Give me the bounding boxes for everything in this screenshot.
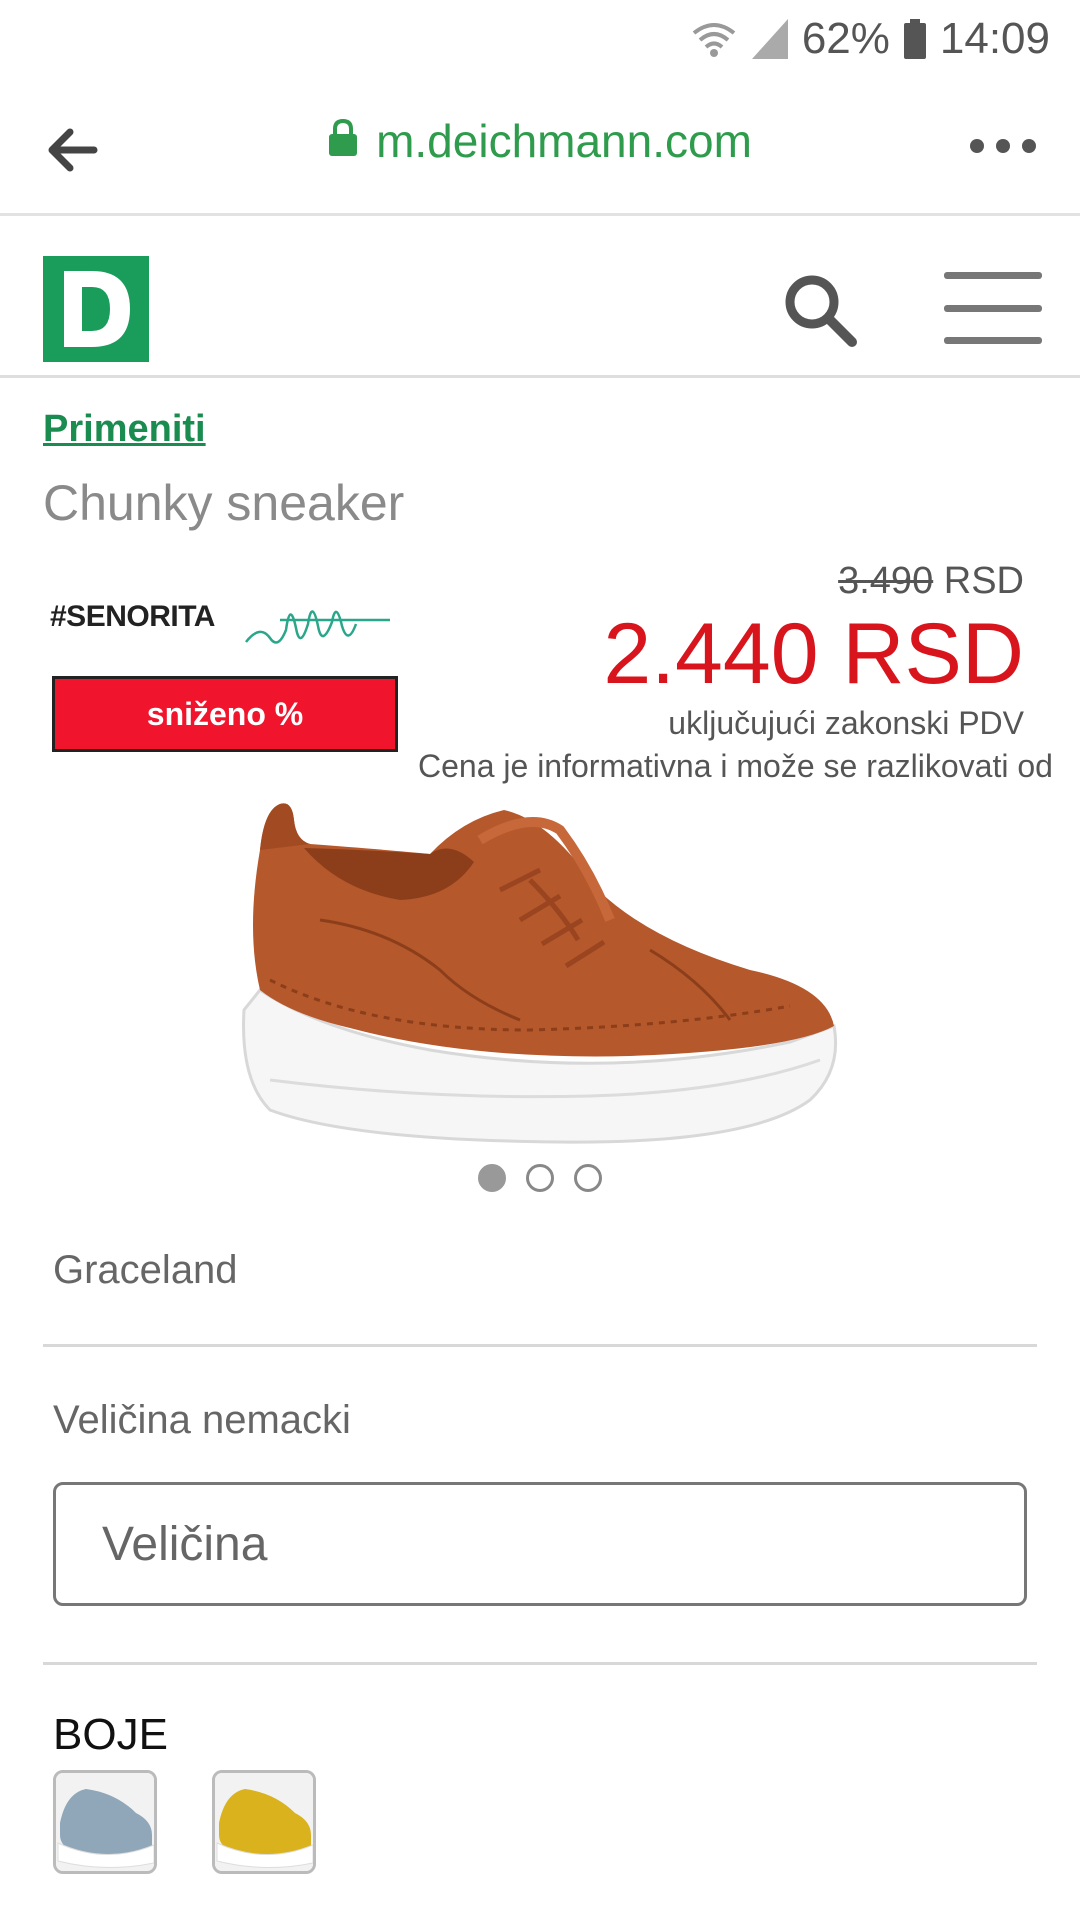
old-price-currency: RSD [943, 560, 1024, 602]
divider [43, 1662, 1037, 1665]
carousel-dot[interactable] [478, 1164, 506, 1192]
carousel-dot[interactable] [526, 1164, 554, 1192]
size-placeholder: Veličina [102, 1517, 268, 1571]
status-bar: 62% 14:09 [0, 0, 1080, 78]
hamburger-menu-icon[interactable] [944, 272, 1042, 344]
price-box: 3.490 RSD 2.440 RSD uključujući zakonski… [603, 560, 1024, 742]
browser-toolbar: m.deichmann.com [0, 78, 1080, 216]
site-header [0, 216, 1080, 378]
address-bar[interactable]: m.deichmann.com [0, 114, 1080, 168]
url-text: m.deichmann.com [376, 115, 752, 167]
color-swatch-light-blue[interactable] [53, 1770, 157, 1874]
clock: 14:09 [939, 14, 1050, 63]
signal-icon [751, 19, 788, 59]
lock-icon [328, 114, 358, 168]
size-select[interactable]: Veličina [53, 1482, 1027, 1606]
product-title: Chunky sneaker [43, 475, 405, 531]
size-label: Veličina nemacki [53, 1398, 351, 1442]
sale-badge: sniženo % [52, 676, 398, 752]
old-price-value: 3.490 [838, 560, 934, 602]
image-carousel-dots [478, 1164, 602, 1192]
vat-note: uključujući zakonski PDV [668, 705, 1024, 742]
color-swatch-yellow[interactable] [212, 1770, 316, 1874]
current-price: 2.440 RSD [603, 606, 1024, 702]
battery-icon [903, 19, 926, 59]
status-indicators: 62% 14:09 [690, 12, 1050, 66]
old-price: 3.490 RSD [603, 560, 1024, 603]
search-icon[interactable] [782, 272, 858, 348]
senorita-brand-logo: #SENORITA [50, 580, 400, 660]
battery-percent: 62% [801, 14, 890, 63]
brand-logo-text: #SENORITA [50, 600, 215, 633]
wifi-icon [690, 19, 738, 59]
divider [43, 1344, 1037, 1347]
product-brand: Graceland [53, 1248, 238, 1292]
carousel-dot[interactable] [574, 1164, 602, 1192]
more-options-icon[interactable] [970, 134, 1036, 158]
deichmann-logo[interactable] [43, 256, 149, 362]
product-image[interactable] [230, 780, 850, 1160]
breadcrumb-link[interactable]: Primeniti [43, 408, 206, 451]
colors-label: BOJE [53, 1710, 168, 1759]
signature-icon [245, 610, 390, 644]
